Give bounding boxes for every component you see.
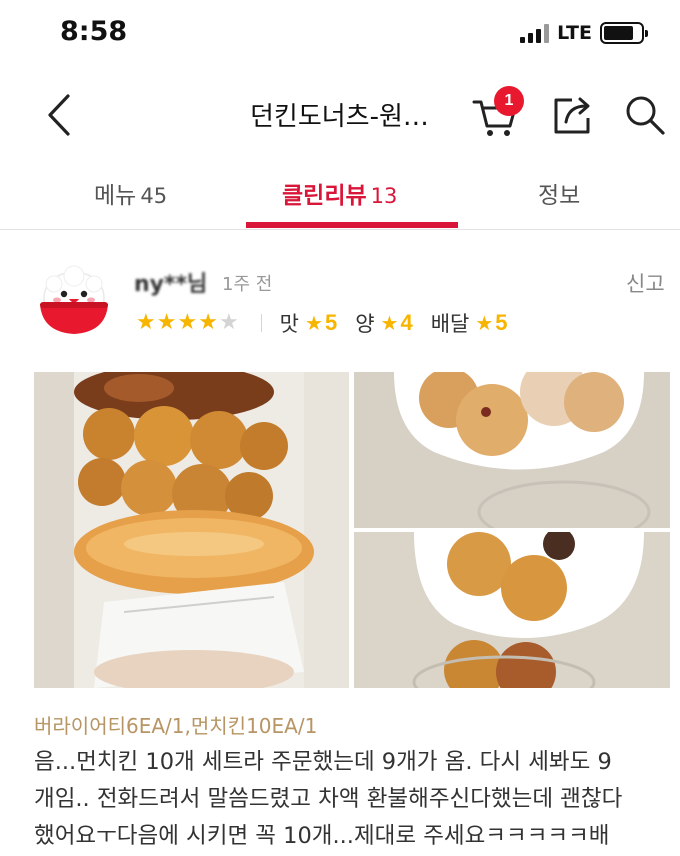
store-tabs: 메뉴 45 클린리뷰 13 정보 xyxy=(0,160,680,230)
tab-info[interactable]: 정보 xyxy=(538,176,580,210)
review-photo-donut-box[interactable] xyxy=(34,372,349,688)
star-icon: ★ xyxy=(475,311,494,335)
search-icon xyxy=(626,96,665,135)
quantity-value: 4 xyxy=(400,310,413,335)
report-button[interactable]: 신고 xyxy=(626,268,665,298)
taste-value: 5 xyxy=(324,310,338,335)
review-time: 1주 전 xyxy=(222,274,273,295)
reviewer-name: ny**님 xyxy=(134,272,208,297)
rating-divider xyxy=(260,314,262,332)
star-rating: ★ ★ ★ ★ ★ xyxy=(136,312,239,334)
quantity-rating: 양 ★ 4 xyxy=(355,308,413,338)
tab-info-label: 정보 xyxy=(538,183,581,209)
rice-bowl-avatar-icon xyxy=(40,265,108,334)
delivery-rating: 배달 ★ 5 xyxy=(431,308,508,338)
star-filled-icon: ★ xyxy=(198,310,218,335)
star-icon: ★ xyxy=(305,311,323,335)
store-header: 던킨도너츠-원… 1 xyxy=(0,80,680,152)
back-button[interactable] xyxy=(38,90,82,140)
quantity-label: 양 xyxy=(355,312,375,336)
review-text-line: 했어요ㅜ다음에 시키면 꼭 10개...제대로 주세요ㅋㅋㅋㅋㅋ배 xyxy=(34,823,610,849)
active-tab-indicator xyxy=(246,222,458,228)
avatar xyxy=(36,262,112,338)
review-text-line: 개임.. 전화드려서 말씀드렸고 차액 환불해주신다했는데 괜찮다 xyxy=(34,786,623,812)
star-empty-icon: ★ xyxy=(218,310,239,335)
chevron-left-icon xyxy=(48,94,70,136)
search-button[interactable] xyxy=(622,92,668,138)
share-button[interactable] xyxy=(550,92,596,138)
star-filled-icon: ★ xyxy=(156,310,177,335)
taste-rating: 맛 ★ 5 xyxy=(280,308,338,338)
order-items: 버라이어티6EA/1,먼치킨10EA/1 xyxy=(34,714,318,738)
tab-clean-review[interactable]: 클린리뷰 13 xyxy=(282,176,397,210)
rating-row: ★ ★ ★ ★ ★ 맛 ★ 5 양 ★ 4 배달 ★ 5 xyxy=(136,308,526,338)
tab-menu-count: 45 xyxy=(140,184,168,208)
review-photo-donut-cup[interactable] xyxy=(354,372,670,528)
tab-menu[interactable]: 메뉴 45 xyxy=(94,176,167,210)
tab-review-count: 13 xyxy=(370,184,398,208)
status-indicators: LTE xyxy=(520,22,648,44)
review-body: 음...먼치킨 10개 세트라 주문했는데 9개가 옴. 다시 세봐도 9 개임… xyxy=(34,744,674,855)
cart-count-badge: 1 xyxy=(494,86,524,116)
store-title: 던킨도너츠-원… xyxy=(250,102,429,132)
star-filled-icon: ★ xyxy=(136,310,156,335)
tab-menu-label: 메뉴 xyxy=(94,183,137,209)
delivery-value: 5 xyxy=(495,310,508,335)
taste-label: 맛 xyxy=(279,312,299,336)
tab-review-label: 클린리뷰 xyxy=(282,183,367,209)
star-filled-icon: ★ xyxy=(177,310,198,335)
share-icon xyxy=(554,97,590,134)
battery-icon xyxy=(600,22,648,44)
status-time: 8:58 xyxy=(60,16,128,47)
review-photo-munchkin-cup[interactable] xyxy=(354,532,670,688)
network-label: LTE xyxy=(557,22,592,44)
star-icon: ★ xyxy=(380,311,399,335)
signal-icon xyxy=(520,23,550,43)
review-text-line: 음...먼치킨 10개 세트라 주문했는데 9개가 옴. 다시 세봐도 9 xyxy=(34,749,612,775)
status-bar: 8:58 LTE xyxy=(0,0,680,70)
delivery-label: 배달 xyxy=(430,312,470,336)
